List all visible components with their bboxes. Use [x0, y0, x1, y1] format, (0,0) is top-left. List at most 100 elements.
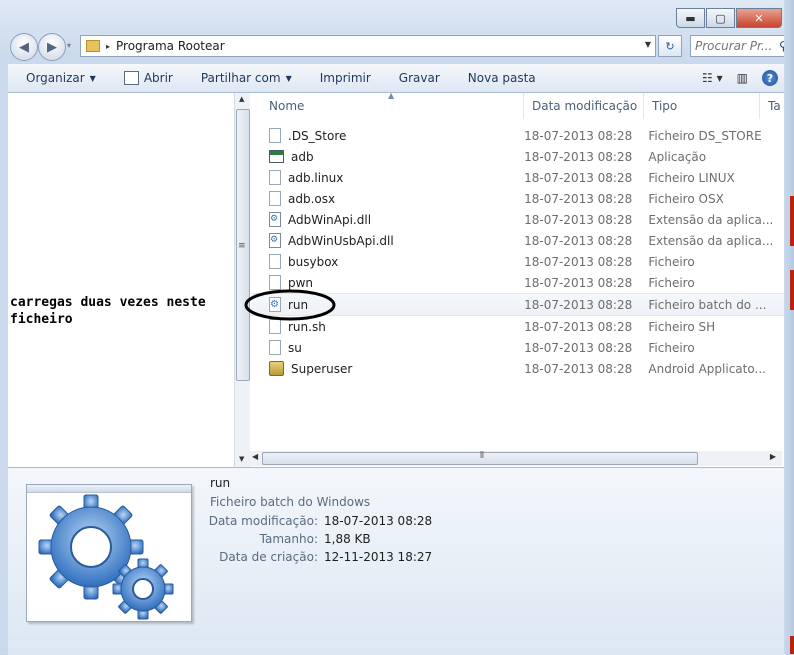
details-size-label: Tamanho: — [259, 532, 318, 546]
address-dropdown-icon[interactable]: ▼ — [645, 40, 651, 49]
file-android-icon — [269, 361, 284, 376]
address-path[interactable]: Programa Rootear — [116, 39, 225, 53]
file-name-cell[interactable]: Superuser — [252, 361, 516, 376]
file-name-cell[interactable]: adb.linux — [252, 170, 516, 185]
file-name-cell[interactable]: su — [252, 340, 516, 355]
details-created: Data de criação: 12-11-2013 18:27 — [158, 550, 432, 564]
file-date: 18-07-2013 08:28 — [524, 170, 633, 185]
file-dll-icon — [269, 212, 281, 227]
red-mark-bottom — [790, 636, 794, 654]
file-date: 18-07-2013 08:28 — [524, 340, 633, 355]
file-name[interactable]: adb — [291, 150, 314, 164]
details-modified-value[interactable]: 18-07-2013 08:28 — [324, 514, 432, 528]
file-name[interactable]: AdbWinApi.dll — [288, 213, 371, 227]
new-folder-button[interactable]: Nova pasta — [454, 71, 550, 85]
close-button[interactable]: ✕ — [736, 8, 782, 28]
burn-label: Gravar — [398, 71, 440, 85]
file-type: Ficheiro batch do ... — [648, 297, 767, 312]
chevron-down-icon: ▼ — [89, 73, 96, 83]
organize-menu[interactable]: Organizar ▼ — [8, 71, 110, 85]
file-row[interactable]: busybox 18-07-2013 08:28 Ficheiro — [252, 251, 786, 272]
share-label: Partilhar com — [200, 71, 281, 85]
file-row[interactable]: AdbWinApi.dll 18-07-2013 08:28 Extensão da… — [252, 209, 786, 230]
help-icon[interactable]: ? — [762, 70, 778, 86]
file-type: Ficheiro — [648, 275, 695, 290]
file-row[interactable]: adb.osx 18-07-2013 08:28 Ficheiro OSX — [252, 188, 786, 209]
folder-icon — [86, 40, 100, 52]
file-type: Aplicação — [648, 149, 707, 164]
refresh-icon: ↻ — [665, 39, 675, 53]
red-mark-middle — [790, 270, 794, 310]
file-name[interactable]: busybox — [288, 255, 338, 269]
file-name[interactable]: Superuser — [291, 362, 352, 376]
recent-pages-dropdown-icon[interactable]: ▾ — [67, 41, 71, 50]
window-controls: ▬ ▢ ✕ — [676, 8, 782, 28]
file-date: 18-07-2013 08:28 — [524, 361, 633, 376]
file-name-cell[interactable]: AdbWinUsbApi.dll — [252, 233, 516, 248]
file-row[interactable]: adb.linux 18-07-2013 08:28 Ficheiro LINUX — [252, 167, 786, 188]
details-modified-label: Data modificação: — [208, 514, 318, 528]
file-date: 18-07-2013 08:28 — [524, 254, 633, 269]
scroll-down-icon[interactable]: ▼ — [239, 455, 244, 463]
file-row[interactable]: su 18-07-2013 08:28 Ficheiro — [252, 337, 786, 358]
file-name-cell[interactable]: busybox — [252, 254, 516, 269]
back-button[interactable]: ◀ — [10, 33, 38, 61]
details-created-value[interactable]: 12-11-2013 18:27 — [324, 550, 432, 564]
address-bar[interactable]: ▸ Programa Rootear ▼ — [80, 35, 656, 57]
file-name-cell[interactable]: AdbWinApi.dll — [252, 212, 516, 227]
file-name[interactable]: AdbWinUsbApi.dll — [288, 234, 394, 248]
file-name[interactable]: adb.osx — [288, 192, 335, 206]
print-label: Imprimir — [319, 71, 371, 85]
search-box[interactable]: ⚲ — [690, 35, 794, 57]
scroll-right-icon[interactable]: ▶ — [770, 452, 776, 461]
file-type: Ficheiro LINUX — [648, 170, 735, 185]
preview-pane-icon[interactable]: ▥ — [737, 71, 748, 85]
file-name[interactable]: .DS_Store — [288, 129, 346, 143]
column-header-size[interactable]: Ta — [760, 93, 786, 119]
back-arrow-icon: ◀ — [19, 39, 29, 55]
minimize-button[interactable]: ▬ — [676, 8, 705, 28]
change-view-icon[interactable]: ☷ ▾ — [702, 71, 723, 85]
horizontal-scrollbar[interactable]: ◀ ⦀ ▶ — [248, 451, 782, 466]
navigation-pane-scrollbar[interactable]: ▲ ≡ ▼ — [234, 93, 250, 467]
column-header-name[interactable]: Nome — [252, 93, 524, 119]
file-name-cell[interactable]: adb — [252, 150, 516, 164]
file-name[interactable]: adb.linux — [288, 171, 343, 185]
print-button[interactable]: Imprimir — [306, 71, 385, 85]
forward-arrow-icon: ▶ — [47, 39, 57, 55]
scroll-left-icon[interactable]: ◀ — [252, 452, 258, 461]
navigation-bar: ◀ ▶ ▾ ▸ Programa Rootear ▼ ↻ ⚲ — [10, 33, 794, 61]
search-input[interactable] — [691, 38, 779, 54]
scroll-up-icon[interactable]: ▲ — [239, 95, 244, 103]
navigation-pane[interactable] — [8, 93, 234, 467]
maximize-button[interactable]: ▢ — [706, 8, 735, 28]
forward-button[interactable]: ▶ — [38, 33, 66, 61]
file-row[interactable]: adb 18-07-2013 08:28 Aplicação — [252, 146, 786, 167]
details-pane: run Ficheiro batch do Windows Data modif… — [8, 467, 786, 655]
file-name[interactable]: su — [288, 341, 302, 355]
burn-button[interactable]: Gravar — [385, 71, 454, 85]
file-type: Ficheiro SH — [648, 319, 716, 334]
file-name-cell[interactable]: .DS_Store — [252, 128, 516, 143]
file-row[interactable]: .DS_Store 18-07-2013 08:28 Ficheiro DS_STO… — [252, 125, 786, 146]
file-row[interactable]: AdbWinUsbApi.dll 18-07-2013 08:28 Extensão… — [252, 230, 786, 251]
column-header-type[interactable]: Tipo — [644, 93, 760, 119]
file-row[interactable]: Superuser 18-07-2013 08:28 Android Applica… — [252, 358, 786, 379]
file-date: 18-07-2013 08:28 — [524, 128, 633, 143]
file-type: Android Applicato... — [648, 361, 766, 376]
column-header-date[interactable]: Data modificação — [524, 93, 644, 119]
open-button[interactable]: Abrir — [110, 71, 187, 85]
file-type: Ficheiro — [648, 254, 695, 269]
file-date: 18-07-2013 08:28 — [524, 149, 633, 164]
new-folder-label: Nova pasta — [467, 71, 536, 85]
refresh-button[interactable]: ↻ — [658, 35, 682, 57]
share-menu[interactable]: Partilhar com ▼ — [187, 71, 306, 85]
column-headers: Nome Data modificação Tipo Ta — [252, 93, 786, 119]
organize-label: Organizar — [26, 71, 85, 85]
path-separator-icon[interactable]: ▸ — [106, 42, 110, 51]
file-date: 18-07-2013 08:28 — [524, 297, 633, 312]
file-blank-icon — [269, 170, 281, 185]
details-created-label: Data de criação: — [219, 550, 318, 564]
file-date: 18-07-2013 08:28 — [524, 191, 633, 206]
file-name-cell[interactable]: adb.osx — [252, 191, 516, 206]
